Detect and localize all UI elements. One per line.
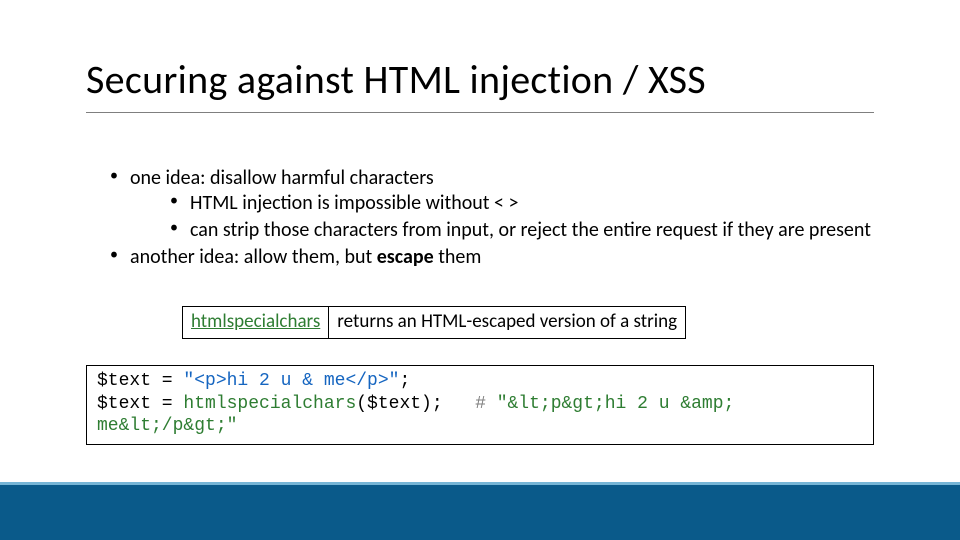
bullet-text: can strip those characters from input, o… <box>190 218 871 242</box>
code-comment-hash: # <box>475 394 497 414</box>
code-text: $text = <box>97 371 183 391</box>
bullet-text: another idea: allow them, but <box>130 245 377 269</box>
list-item: one idea: disallow harmful characters HT… <box>110 166 874 243</box>
func-desc-cell: returns an HTML-escaped version of a str… <box>329 307 686 339</box>
code-block: $text = "<p>hi 2 u & me</p>"; $text = ht… <box>86 365 874 445</box>
list-item: another idea: allow them, but escape the… <box>110 245 874 270</box>
list-item: can strip those characters from input, o… <box>170 218 874 243</box>
bullet-list: one idea: disallow harmful characters HT… <box>110 166 874 272</box>
title-rule <box>86 112 874 113</box>
bullet-text-bold: escape <box>377 245 434 269</box>
func-link[interactable]: htmlspecialchars <box>191 310 320 333</box>
code-text: ($text); <box>356 394 475 414</box>
footer-band <box>0 482 960 540</box>
code-func: htmlspecialchars <box>183 394 356 414</box>
code-text: $text = <box>97 394 183 414</box>
list-item: HTML injection is impossible without < > <box>170 191 874 216</box>
bullet-text: them <box>434 245 482 269</box>
table-row: htmlspecialchars returns an HTML-escaped… <box>183 307 686 339</box>
function-table: htmlspecialchars returns an HTML-escaped… <box>182 306 686 339</box>
code-text: ; <box>399 371 410 391</box>
slide-title: Securing against HTML injection / XSS <box>86 55 706 104</box>
code-string: "<p>hi 2 u & me</p>" <box>183 371 399 391</box>
bullet-text: one idea: disallow harmful characters <box>130 166 434 190</box>
func-name-cell: htmlspecialchars <box>183 307 329 339</box>
bullet-text: HTML injection is impossible without < > <box>190 191 518 215</box>
